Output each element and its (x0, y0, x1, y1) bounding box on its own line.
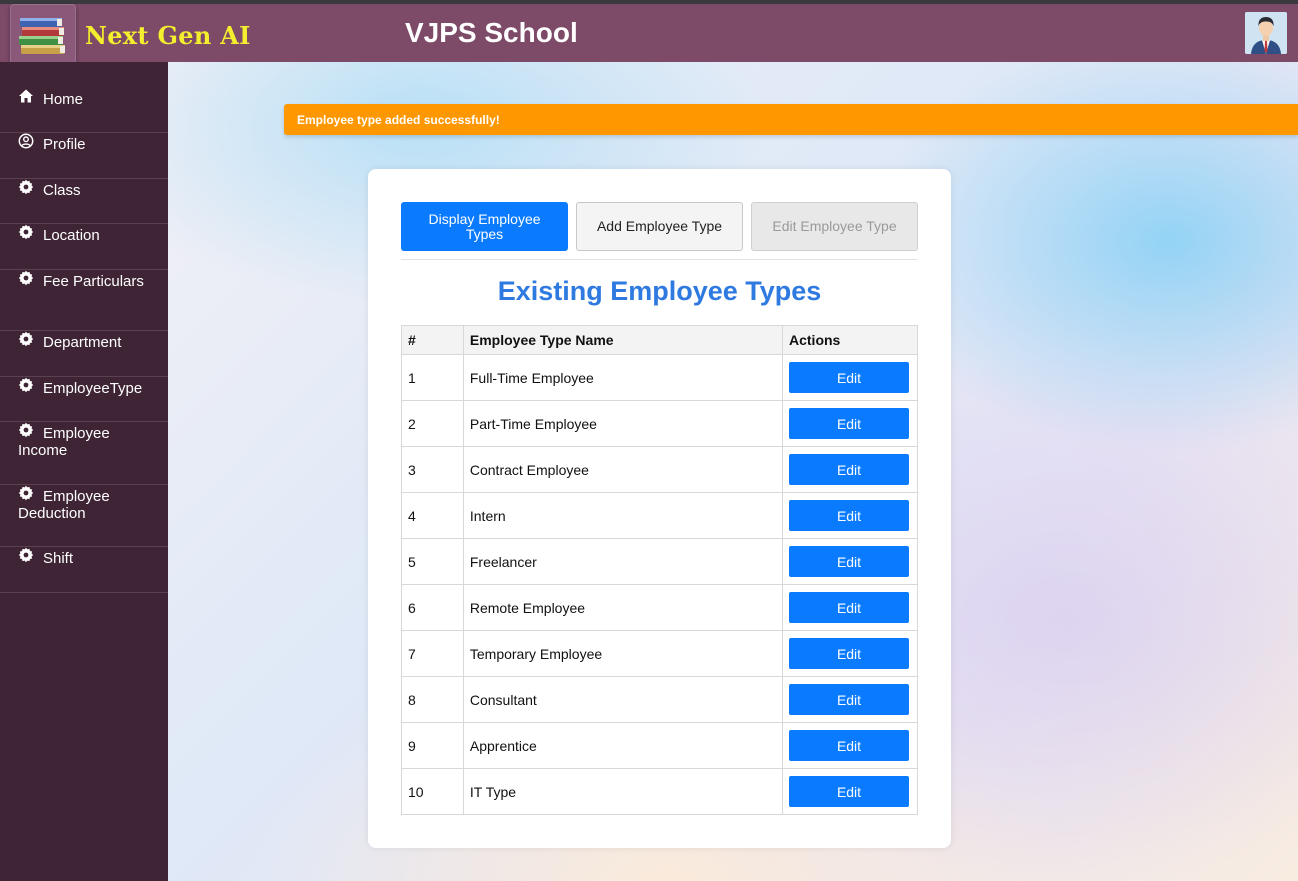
employee-type-name: IT Type (462, 768, 784, 815)
page-title: Existing Employee Types (497, 276, 822, 306)
sidebar-item-home[interactable]: Home (0, 88, 168, 133)
row-number: 5 (401, 538, 464, 585)
edit-button[interactable]: Edit (789, 592, 909, 623)
sidebar-item-label: Fee Particulars (43, 273, 144, 290)
sidebar-item-employee-income[interactable]: Employee Income (0, 422, 168, 485)
row-number: 6 (401, 584, 464, 631)
table-row: 3 Contract Employee Edit (401, 446, 918, 493)
home-icon (18, 88, 35, 105)
employee-type-name: Full-Time Employee (462, 354, 784, 401)
employee-type-name: Contract Employee (462, 446, 784, 493)
edit-button[interactable]: Edit (789, 684, 909, 715)
user-avatar-icon[interactable] (1245, 12, 1287, 54)
sidebar-item-class[interactable]: Class (0, 179, 168, 224)
actions-cell: Edit (782, 354, 918, 401)
actions-cell: Edit (782, 630, 918, 677)
table-row: 2 Part-Time Employee Edit (401, 400, 918, 447)
row-number: 1 (401, 354, 464, 401)
actions-cell: Edit (782, 400, 918, 447)
tab-add-employee-type[interactable]: Add Employee Type (576, 202, 743, 251)
employee-types-table: # Employee Type Name Actions 1 Full-Time… (401, 325, 918, 815)
gear-icon (18, 547, 35, 564)
actions-cell: Edit (782, 768, 918, 815)
gear-icon (18, 485, 35, 502)
actions-cell: Edit (782, 538, 918, 585)
employee-type-name: Apprentice (462, 722, 784, 769)
edit-button[interactable]: Edit (789, 776, 909, 807)
row-number: 2 (401, 400, 464, 447)
column-header-number: # (401, 325, 464, 355)
employee-type-name: Intern (462, 492, 784, 539)
school-name: VJPS School (405, 17, 578, 48)
edit-button[interactable]: Edit (789, 362, 909, 393)
employee-type-name: Part-Time Employee (462, 400, 784, 447)
sidebar-item-location[interactable]: Location (0, 224, 168, 270)
table-row: 9 Apprentice Edit (401, 722, 918, 769)
sidebar-item-label: Location (43, 227, 100, 244)
sidebar-item-profile[interactable]: Profile (0, 133, 168, 179)
user-circle-icon (18, 133, 35, 150)
row-number: 10 (401, 768, 464, 815)
sidebar-item-department[interactable]: Department (0, 331, 168, 377)
sidebar-item-label: Home (43, 91, 84, 108)
table-row: 4 Intern Edit (401, 492, 918, 539)
brand-name: Next Gen AI (85, 21, 251, 50)
employee-type-name: Temporary Employee (462, 630, 784, 677)
edit-button[interactable]: Edit (789, 730, 909, 761)
actions-cell: Edit (782, 492, 918, 539)
sidebar-item-shift[interactable]: Shift (0, 547, 168, 593)
gear-icon (18, 377, 35, 394)
success-alert: Employee type added successfully! (284, 104, 1298, 135)
column-header-actions: Actions (782, 325, 918, 355)
edit-button[interactable]: Edit (789, 454, 909, 485)
row-number: 4 (401, 492, 464, 539)
sidebar-item-label: Shift (43, 550, 74, 567)
edit-button[interactable]: Edit (789, 546, 909, 577)
sidebar-item-label: Department (43, 334, 122, 351)
sidebar-item-fee-particulars[interactable]: Fee Particulars (0, 270, 168, 331)
edit-button[interactable]: Edit (789, 500, 909, 531)
table-row: 8 Consultant Edit (401, 676, 918, 723)
sidebar-item-label: Class (43, 182, 81, 199)
sidebar-item-label: EmployeeType (43, 380, 143, 397)
gear-icon (18, 331, 35, 348)
sidebar-item-label: Profile (43, 136, 86, 153)
actions-cell: Edit (782, 584, 918, 631)
actions-cell: Edit (782, 446, 918, 493)
table-row: 7 Temporary Employee Edit (401, 630, 918, 677)
gear-icon (18, 179, 35, 196)
sidebar-item-employee-deduction[interactable]: Employee Deduction (0, 485, 168, 547)
row-number: 9 (401, 722, 464, 769)
actions-cell: Edit (782, 722, 918, 769)
books-icon[interactable] (10, 4, 76, 68)
row-number: 8 (401, 676, 464, 723)
sidebar-item-employeetype[interactable]: EmployeeType (0, 377, 168, 422)
employee-type-name: Consultant (462, 676, 784, 723)
employee-types-card: Display Employee Types Add Employee Type… (368, 169, 951, 848)
employee-type-name: Freelancer (462, 538, 784, 585)
table-row: 5 Freelancer Edit (401, 538, 918, 585)
column-header-name: Employee Type Name (462, 325, 784, 355)
gear-icon (18, 224, 35, 241)
employee-type-name: Remote Employee (462, 584, 784, 631)
gear-icon (18, 422, 35, 439)
edit-button[interactable]: Edit (789, 638, 909, 669)
row-number: 3 (401, 446, 464, 493)
gear-icon (18, 270, 35, 287)
tab-edit-employee-type[interactable]: Edit Employee Type (751, 202, 918, 251)
tabs-divider (401, 259, 918, 260)
table-row: 1 Full-Time Employee Edit (401, 354, 918, 401)
actions-cell: Edit (782, 676, 918, 723)
edit-button[interactable]: Edit (789, 408, 909, 439)
row-number: 7 (401, 630, 464, 677)
table-row: 6 Remote Employee Edit (401, 584, 918, 631)
sidebar: Home Profile Class Location Fee Particul… (0, 62, 168, 881)
table-header-row: # Employee Type Name Actions (401, 325, 918, 355)
table-row: 10 IT Type Edit (401, 768, 918, 815)
top-header: Next Gen AI VJPS School (0, 4, 1298, 68)
tab-display-employee-types[interactable]: Display Employee Types (401, 202, 568, 251)
